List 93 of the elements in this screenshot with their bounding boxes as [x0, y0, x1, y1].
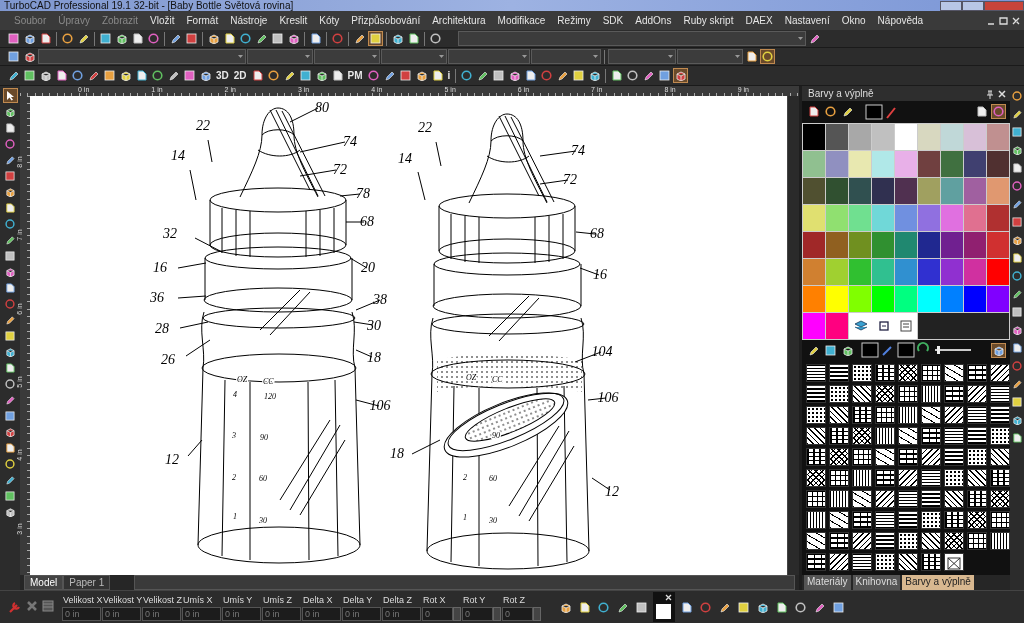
input-field[interactable]: 0 in	[102, 606, 141, 621]
callout-number: 72	[563, 172, 577, 187]
input-field[interactable]: 0	[502, 606, 533, 621]
callout-number: 74	[571, 143, 585, 158]
menu-item[interactable]: Nástroje	[224, 11, 274, 30]
scale-label: OZ	[466, 373, 477, 382]
callout-number: 16	[593, 267, 607, 282]
scale-label: 3	[232, 431, 236, 440]
callout-number: 78	[356, 186, 370, 201]
toolbar-button[interactable]: i	[445, 68, 453, 83]
callout-number: 12	[605, 484, 619, 499]
sheet-tab[interactable]: Model	[24, 575, 64, 590]
scale-label: 30	[259, 516, 267, 525]
menu-item[interactable]: Ruby skript	[677, 11, 740, 30]
callout-number: 106	[369, 398, 391, 413]
scale-label: 30	[489, 516, 497, 525]
callout-number: 18	[367, 350, 381, 365]
field-label: Velikost Z	[142, 593, 182, 607]
callout-number: 36	[150, 290, 164, 305]
menu-item[interactable]: Kreslit	[273, 11, 314, 30]
callout-number: 20	[361, 260, 375, 275]
callout-number: 14	[171, 148, 185, 163]
scale-label: 60	[259, 474, 267, 483]
menu-item[interactable]: SDK	[596, 11, 630, 30]
input-field[interactable]: 0 in	[302, 606, 341, 621]
callout-number: 80	[315, 100, 329, 115]
field-label: Umís Y	[222, 593, 254, 607]
callout-number: 18	[390, 446, 404, 461]
scale-label: 1	[233, 512, 237, 521]
callout-number: 74	[343, 134, 357, 149]
callout-number: 32	[163, 226, 177, 241]
field-label: Umís Z	[262, 593, 293, 607]
callout-number: 22	[196, 118, 210, 133]
scale-label: 60	[489, 474, 497, 483]
field-label: Velikost X	[62, 593, 102, 607]
input-field[interactable]: 0 in	[142, 606, 181, 621]
input-field[interactable]: 0 in	[382, 606, 421, 621]
callout-number: 12	[165, 452, 179, 467]
callout-number: 26	[161, 352, 175, 367]
callout-number: 38	[373, 292, 387, 307]
menu-item[interactable]: Přizpůsobování	[345, 11, 427, 30]
panel-tab[interactable]: Knihovna	[852, 575, 901, 590]
scale-label: 120	[264, 392, 276, 401]
scale-label: 2	[463, 473, 467, 482]
scale-label: 2	[232, 473, 236, 482]
input-field[interactable]: 0 in	[222, 606, 261, 621]
input-field[interactable]: 0	[462, 606, 493, 621]
menu-item[interactable]: Formát	[180, 11, 225, 30]
input-field[interactable]: 0 in	[342, 606, 381, 621]
field-label: Rot Z	[502, 593, 526, 607]
scale-label: 1	[463, 513, 467, 522]
menu-item[interactable]: AddOns	[629, 11, 678, 30]
menu-item[interactable]: Vložit	[144, 11, 181, 30]
toolbar-button[interactable]: 2D	[231, 68, 249, 83]
input-field[interactable]: 0 in	[262, 606, 301, 621]
field-label: Velikost Y	[103, 593, 142, 607]
input-field[interactable]: 0 in	[62, 606, 101, 621]
callout-number: 72	[333, 162, 347, 177]
callout-number: 16	[153, 260, 167, 275]
menu-item[interactable]: Režimy	[551, 11, 597, 30]
scale-label: 90	[260, 433, 268, 442]
callout-number: 106	[597, 390, 619, 405]
menu-item[interactable]: Nastavení	[778, 11, 836, 30]
input-field[interactable]: 0	[422, 606, 453, 621]
input-field[interactable]: 0 in	[182, 606, 221, 621]
panel-tab[interactable]: Materiály	[804, 575, 851, 590]
window-title: TurboCAD Professional 19.1 32-bit - [Baby Bottle Světová rovina]	[4, 0, 295, 11]
panel-tab[interactable]: Barvy a výplně	[902, 575, 974, 590]
field-label: Umís X	[182, 593, 214, 607]
field-label: Rot X	[422, 593, 447, 607]
menu-item[interactable]: Modifikace	[491, 11, 552, 30]
callout-number: 68	[590, 226, 604, 241]
field-label: Rot Y	[462, 593, 487, 607]
menu-item[interactable]: Kóty	[313, 11, 346, 30]
menu-item[interactable]: Architektura	[426, 11, 492, 30]
scale-label: 4	[233, 390, 237, 399]
field-label: Delta Z	[382, 593, 413, 607]
callout-number: 28	[155, 321, 169, 336]
menu-item[interactable]: DAEX	[739, 11, 779, 30]
toolbar-button[interactable]: 3D	[214, 68, 231, 83]
callout-number: 30	[367, 318, 381, 333]
menu-item[interactable]: Okno	[835, 11, 872, 30]
field-label: Delta Y	[342, 593, 374, 607]
sheet-tab[interactable]: Paper 1	[63, 575, 111, 590]
callout-number: 104	[591, 344, 613, 359]
callout-number: 22	[418, 120, 432, 135]
scale-label: CC	[492, 375, 503, 384]
callout-number: 68	[360, 214, 374, 229]
toolbar-button[interactable]: PM	[345, 68, 365, 83]
menu-item[interactable]: Nápověda	[871, 11, 930, 30]
panel-title: Barvy a výplně	[808, 87, 875, 101]
callout-number: 14	[398, 151, 412, 166]
field-label: Delta X	[302, 593, 334, 607]
